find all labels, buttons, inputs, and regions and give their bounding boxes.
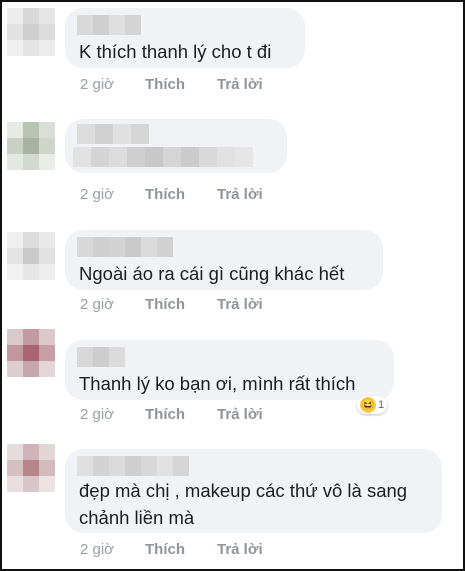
comment-bubble: Ngoài áo ra cái gì cũng khác hết [65,230,383,290]
comment-actions: 2 giờ Thích Trả lời [80,406,263,423]
author-name-blurred[interactable] [77,237,173,257]
comment-bubble [65,119,287,173]
comment-thread: K thích thanh lý cho t đi 2 giờ Thích Tr… [0,0,465,571]
like-link[interactable]: Thích [145,406,217,423]
reply-link[interactable]: Trả lời [217,406,263,423]
reaction-badge[interactable]: 😆 1 [357,396,388,414]
comment-content-blurred [73,147,253,167]
comment-actions: 2 giờ Thích Trả lời [80,541,263,558]
comment-content-blurred [77,124,149,144]
author-name-blurred[interactable] [77,15,141,35]
reply-link[interactable]: Trả lời [217,296,263,313]
comment-time[interactable]: 2 giờ [80,186,145,203]
comment-text: K thích thanh lý cho t đi [79,41,272,62]
comment-text: Ngoài áo ra cái gì cũng khác hết [79,263,345,284]
haha-emoji-icon: 😆 [360,397,376,413]
comment-actions: 2 giờ Thích Trả lời [80,76,263,93]
comment-text: Thanh lý ko bạn ơi, mình rất thích [79,373,356,394]
comment-bubble: đẹp mà chị , makeup các thứ vô là sang c… [65,449,442,533]
avatar[interactable] [7,122,55,170]
like-link[interactable]: Thích [145,76,217,93]
author-name-blurred[interactable] [77,347,125,367]
reply-link[interactable]: Trả lời [217,76,263,93]
comment-bubble: K thích thanh lý cho t đi [65,8,305,68]
reply-link[interactable]: Trả lời [217,186,263,203]
like-link[interactable]: Thích [145,541,217,558]
comment-time[interactable]: 2 giờ [80,406,145,423]
like-link[interactable]: Thích [145,296,217,313]
comment-text: đẹp mà chị , makeup các thứ vô là sang c… [79,480,408,528]
reaction-count: 1 [378,399,385,411]
author-name-blurred[interactable] [77,456,189,476]
avatar[interactable] [7,8,55,56]
avatar[interactable] [7,329,55,377]
reply-link[interactable]: Trả lời [217,541,263,558]
avatar[interactable] [7,444,55,492]
comment-actions: 2 giờ Thích Trả lời [80,296,263,313]
like-link[interactable]: Thích [145,186,217,203]
comment-actions: 2 giờ Thích Trả lời [80,186,263,203]
comment-time[interactable]: 2 giờ [80,76,145,93]
comment-time[interactable]: 2 giờ [80,541,145,558]
comment-bubble: Thanh lý ko bạn ơi, mình rất thích [65,340,394,400]
comment-time[interactable]: 2 giờ [80,296,145,313]
avatar[interactable] [7,232,55,280]
